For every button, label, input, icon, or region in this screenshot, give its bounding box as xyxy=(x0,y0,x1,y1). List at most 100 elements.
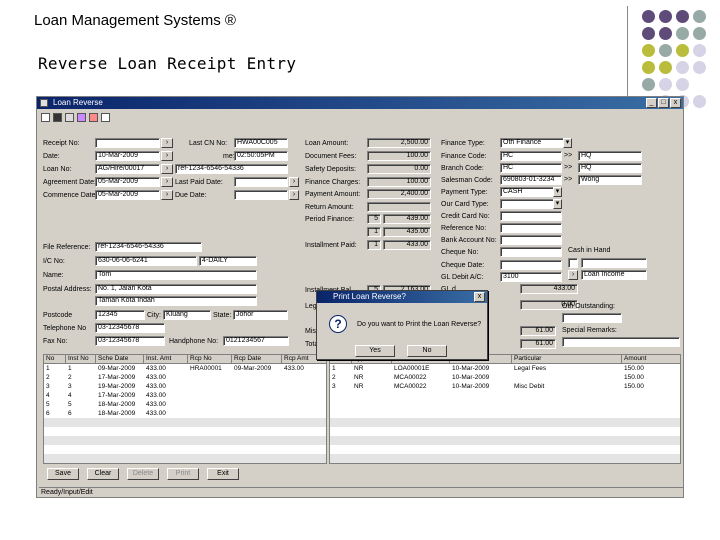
commence-date-field[interactable]: 05-Mar-2009 xyxy=(95,190,160,200)
file-ref-field[interactable]: ref-1234-6546-54336 xyxy=(95,242,202,252)
schedule-row-cell[interactable] xyxy=(232,373,282,382)
charges-row-cell[interactable]: 10-Mar-2009 xyxy=(450,382,512,391)
receipt-no-field[interactable] xyxy=(95,138,160,148)
charges-row-cell[interactable]: NR xyxy=(352,364,392,373)
schedule-row-cell[interactable]: 18-Mar-2009 xyxy=(96,400,144,409)
charges-row-cell[interactable]: Misc Debit xyxy=(512,382,622,391)
schedule-row-cell[interactable] xyxy=(232,409,282,418)
receipt-lookup-button[interactable]: › xyxy=(161,138,173,148)
last-cn-field[interactable]: HWA00C005 xyxy=(234,138,288,148)
save-icon[interactable] xyxy=(53,113,62,122)
due-date-button[interactable]: › xyxy=(289,190,299,200)
grid-header[interactable]: Rcp Date xyxy=(232,355,282,364)
schedule-row-cell[interactable]: 433.00 xyxy=(144,382,188,391)
schedule-row-cell[interactable]: 433.00 xyxy=(144,373,188,382)
close-button[interactable]: x xyxy=(670,98,681,108)
schedule-row-cell[interactable]: HRA00001 xyxy=(188,364,232,373)
print-icon[interactable] xyxy=(65,113,74,122)
finance-code-field[interactable]: HC xyxy=(500,151,562,161)
schedule-row-cell[interactable] xyxy=(282,400,326,409)
schedule-row-cell[interactable]: 4 xyxy=(66,391,96,400)
schedule-row-cell[interactable] xyxy=(188,373,232,382)
grid-header[interactable]: Inst. Amt xyxy=(144,355,188,364)
schedule-row-cell[interactable]: 6 xyxy=(66,409,96,418)
state-field[interactable]: Johor xyxy=(233,310,288,320)
help-icon[interactable] xyxy=(101,113,110,122)
agreement-date-button[interactable]: › xyxy=(161,177,173,187)
charges-row-cell[interactable]: 3 xyxy=(330,382,352,391)
charges-row-cell[interactable]: Legal Fees xyxy=(512,364,622,373)
charges-row-cell[interactable]: 150.00 xyxy=(622,382,680,391)
ref-field[interactable]: ref-1234-6546-54336 xyxy=(175,164,288,174)
schedule-grid[interactable]: No Inst No Sche Date Inst. Amt Rcp No Rc… xyxy=(43,354,327,464)
finance-code-lookup-icon[interactable]: >> xyxy=(564,151,572,160)
schedule-row-cell[interactable]: 18-Mar-2009 xyxy=(96,409,144,418)
print-button[interactable]: Print xyxy=(167,468,199,480)
schedule-row-cell[interactable] xyxy=(188,409,232,418)
charges-row-cell[interactable]: 10-Mar-2009 xyxy=(450,364,512,373)
loan-income-lookup-button[interactable]: › xyxy=(568,270,578,280)
schedule-row-cell[interactable]: 433.00 xyxy=(144,400,188,409)
salesman-lookup-icon[interactable]: >> xyxy=(564,175,572,184)
fax-field[interactable]: 03-12345678 xyxy=(95,336,165,346)
schedule-row-cell[interactable] xyxy=(282,391,326,400)
last-paid-field[interactable] xyxy=(234,177,288,187)
schedule-row-cell[interactable]: 2 xyxy=(44,373,66,382)
branch-code-lookup-icon[interactable]: >> xyxy=(564,163,572,172)
handphone-field[interactable]: 0121234567 xyxy=(223,336,289,346)
ic-type-select[interactable]: 4-DAILY xyxy=(199,256,257,266)
loan-no-field[interactable]: AG/Hire/00017 xyxy=(95,164,160,174)
edit-icon[interactable] xyxy=(77,113,86,122)
schedule-row-cell[interactable] xyxy=(188,382,232,391)
schedule-row-cell[interactable] xyxy=(188,391,232,400)
grid-header[interactable]: Inst No xyxy=(66,355,96,364)
schedule-row-cell[interactable] xyxy=(188,400,232,409)
charges-row-cell[interactable]: LOA00001E xyxy=(392,364,450,373)
date-picker-button[interactable]: › xyxy=(161,151,173,161)
minimize-button[interactable]: _ xyxy=(646,98,657,108)
charges-row-cell[interactable] xyxy=(512,373,622,382)
schedule-row-cell[interactable]: 6 xyxy=(44,409,66,418)
charges-row-cell[interactable]: NR xyxy=(352,373,392,382)
dialog-close-button[interactable]: x xyxy=(474,292,485,302)
clear-button[interactable]: Clear xyxy=(87,468,119,480)
schedule-row-cell[interactable]: 433.00 xyxy=(144,409,188,418)
charges-row-cell[interactable]: 2 xyxy=(330,373,352,382)
finance-type-select[interactable]: Oth Finance xyxy=(500,138,572,148)
dialog-no-button[interactable]: No xyxy=(407,345,447,357)
chevron-down-icon[interactable]: ▾ xyxy=(553,187,562,197)
last-paid-button[interactable]: › xyxy=(289,177,299,187)
grid-header[interactable]: Particular xyxy=(512,355,622,364)
loan-income-field[interactable]: Loan Income xyxy=(581,270,647,280)
schedule-row-cell[interactable]: 5 xyxy=(66,400,96,409)
chevron-down-icon[interactable]: ▾ xyxy=(563,138,572,148)
grid-header[interactable]: No xyxy=(44,355,66,364)
postcode-field[interactable]: 12345 xyxy=(95,310,145,320)
schedule-row-cell[interactable]: 2 xyxy=(66,373,96,382)
schedule-row-cell[interactable]: 3 xyxy=(44,382,66,391)
postal-line2-field[interactable]: Taman Kota Indah xyxy=(95,296,257,306)
schedule-row-cell[interactable] xyxy=(232,391,282,400)
dialog-yes-button[interactable]: Yes xyxy=(355,345,395,357)
commence-date-button[interactable]: › xyxy=(161,190,173,200)
bank-account-field[interactable] xyxy=(500,235,562,245)
charges-row-cell[interactable]: NR xyxy=(352,382,392,391)
schedule-row-cell[interactable] xyxy=(282,373,326,382)
schedule-row-cell[interactable]: 3 xyxy=(66,382,96,391)
schedule-row-cell[interactable]: 1 xyxy=(66,364,96,373)
schedule-row-cell[interactable]: 433.00 xyxy=(144,391,188,400)
cash-in-hand-code[interactable] xyxy=(568,258,578,268)
reference-no-field[interactable] xyxy=(500,223,562,233)
schedule-row-cell[interactable]: 17-Mar-2009 xyxy=(96,373,144,382)
new-icon[interactable] xyxy=(41,113,50,122)
schedule-row-cell[interactable] xyxy=(282,382,326,391)
city-field[interactable]: Kluang xyxy=(163,310,211,320)
special-remarks-field[interactable] xyxy=(562,337,680,347)
schedule-row-cell[interactable]: 09-Mar-2009 xyxy=(96,364,144,373)
grid-header[interactable]: Rcp No xyxy=(188,355,232,364)
grid-header[interactable]: Sche Date xyxy=(96,355,144,364)
due-date-field[interactable] xyxy=(234,190,288,200)
charges-row-cell[interactable]: MCA00022 xyxy=(392,382,450,391)
loan-lookup-button[interactable]: › xyxy=(161,164,173,174)
schedule-row-cell[interactable] xyxy=(232,400,282,409)
